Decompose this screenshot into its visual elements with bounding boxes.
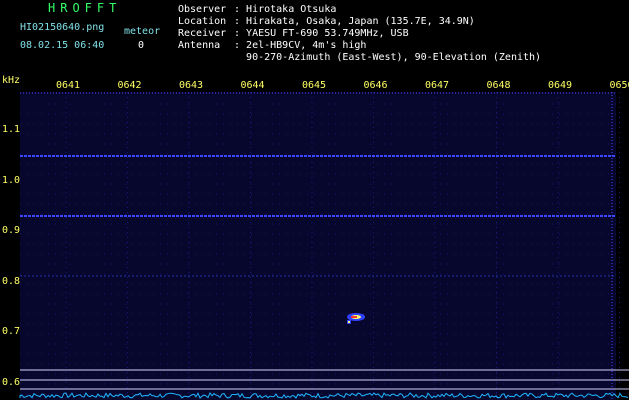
- frequency-unit-label: kHz: [2, 75, 21, 86]
- time-tick-label: 0647: [425, 80, 450, 91]
- plot-background: [20, 92, 616, 400]
- info-value: Hirotaka Otsuka: [246, 4, 337, 15]
- app-title: HROFFT: [48, 1, 122, 15]
- time-tick-label: 0644: [240, 80, 265, 91]
- time-tick-label: 0646: [363, 80, 388, 91]
- time-tick-label: 0641: [56, 80, 81, 91]
- frequency-tick-label: 1.1: [2, 124, 21, 135]
- info-observer: Observer: Hirotaka Otsuka: [178, 4, 337, 15]
- time-tick-label: 0649: [548, 80, 573, 91]
- time-tick-label: 065040: [609, 80, 629, 91]
- info-value: Hirakata, Osaka, Japan (135.7E, 34.9N): [246, 16, 475, 27]
- frequency-tick-label: 0.9: [2, 225, 21, 236]
- frequency-tick-label: 1.0: [2, 174, 21, 186]
- info-key: Receiver: [178, 28, 227, 39]
- time-tick-label: 0643: [179, 80, 204, 91]
- observation-datetime: 08.02.15 06:40: [20, 40, 105, 51]
- info-value: 90-270-Azimuth (East-West), 90-Elevation…: [246, 52, 542, 63]
- frequency-tick-label: 0.7: [2, 326, 21, 337]
- info-antenna-direction: 90-270-Azimuth (East-West), 90-Elevation…: [178, 52, 541, 64]
- meteor-count: 0: [138, 40, 145, 51]
- info-value: YAESU FT-690 53.749MHz, USB: [246, 28, 409, 39]
- info-key: Location: [178, 16, 227, 27]
- info-receiver: Receiver: YAESU FT-690 53.749MHz, USB: [178, 28, 409, 39]
- meteor-label: meteor: [124, 26, 161, 37]
- info-location: Location: Hirakata, Osaka, Japan (135.7E…: [178, 16, 475, 27]
- info-value: 2el-HB9CV, 4m's high: [246, 40, 367, 51]
- file-name: HI02150640.png: [20, 22, 105, 33]
- time-tick-label: 0642: [117, 80, 142, 91]
- frequency-tick-label: 0.8: [2, 275, 21, 287]
- frequency-tick-label: 0.6: [2, 376, 21, 388]
- time-tick-label: 0648: [486, 80, 511, 91]
- info-key: Antenna: [178, 40, 221, 51]
- info-antenna: Antenna: 2el-HB9CV, 4m's high: [178, 40, 367, 51]
- info-key: Observer: [178, 4, 227, 15]
- time-tick-label: 0645: [302, 80, 327, 91]
